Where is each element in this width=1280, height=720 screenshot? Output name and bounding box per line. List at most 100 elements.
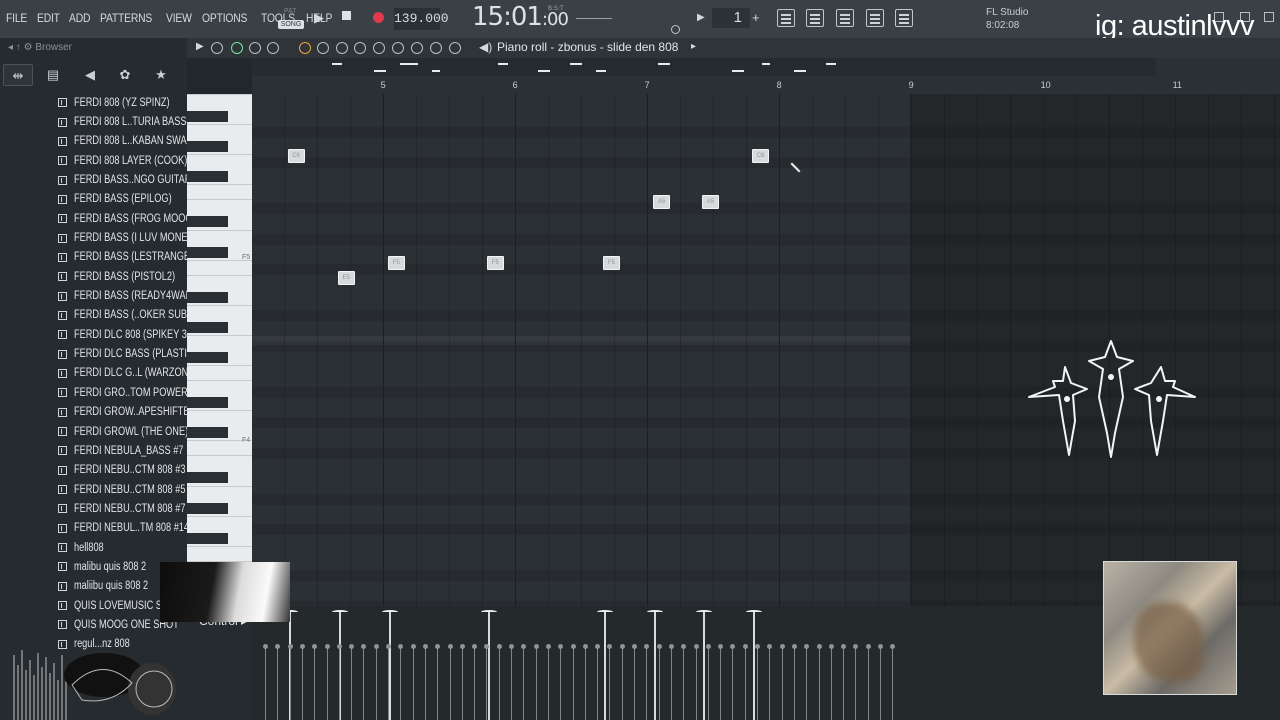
- velocity-handle[interactable]: [480, 610, 497, 614]
- plugin-icon[interactable]: ✿: [110, 64, 140, 86]
- browser-item[interactable]: FERDI DLC 808 (SPIKEY 3): [58, 325, 188, 344]
- add-pattern-icon[interactable]: +: [752, 10, 760, 25]
- velocity-handle[interactable]: [647, 610, 664, 614]
- browser-item[interactable]: FERDI GROWL (THE ONE): [58, 422, 188, 441]
- mute-tool-icon[interactable]: [354, 42, 366, 54]
- piano-keyboard[interactable]: F5 F4: [187, 94, 252, 606]
- velocity-handle[interactable]: [746, 610, 763, 614]
- master-pitch-slider[interactable]: [576, 18, 612, 19]
- black-key[interactable]: [187, 397, 228, 409]
- note[interactable]: F5: [387, 256, 405, 270]
- undo-icon[interactable]: [267, 42, 279, 54]
- piano-roll-icon[interactable]: [806, 9, 824, 27]
- menu-file[interactable]: FILE: [6, 11, 27, 25]
- black-key[interactable]: [187, 111, 228, 123]
- timeline-ruler[interactable]: 5 6 7 8 9 10 11: [252, 58, 1280, 94]
- snap-magnet-icon[interactable]: [231, 42, 243, 54]
- velocity-handle[interactable]: [331, 610, 348, 614]
- snap-icon[interactable]: ⇹: [3, 64, 33, 86]
- record-icon[interactable]: [373, 12, 384, 23]
- delete-tool-icon[interactable]: [336, 42, 348, 54]
- playback-tool-icon[interactable]: [449, 42, 461, 54]
- velocity-bar[interactable]: [388, 612, 391, 720]
- browser-item[interactable]: FERDI NEBULA_BASS #7: [58, 441, 188, 460]
- magnet-icon[interactable]: [211, 42, 223, 54]
- browser-item[interactable]: FERDI NEBU..CTM 808 #5: [58, 480, 188, 499]
- black-key[interactable]: [187, 291, 228, 303]
- title-arrow-icon[interactable]: ▸: [691, 41, 696, 52]
- note[interactable]: A5: [653, 195, 671, 209]
- browser-item[interactable]: FERDI 808 L..TURIA BASS+): [58, 112, 188, 131]
- browser-item[interactable]: FERDI BASS (EPILOG): [58, 190, 188, 209]
- menu-options[interactable]: OPTIONS: [202, 11, 247, 25]
- black-key[interactable]: [187, 321, 228, 333]
- browser-item[interactable]: hell808: [58, 538, 188, 557]
- play-icon[interactable]: ▶: [314, 10, 324, 26]
- black-key[interactable]: [187, 352, 228, 363]
- velocity-bar[interactable]: [654, 612, 657, 720]
- channel-rack-icon[interactable]: [836, 9, 854, 27]
- browser-title[interactable]: ◂ ↑ ⚙ Browser: [8, 42, 72, 53]
- black-key[interactable]: [187, 502, 228, 514]
- browser-toggle-icon[interactable]: [895, 9, 913, 27]
- slice-tool-icon[interactable]: [373, 42, 385, 54]
- browser-item[interactable]: FERDI BASS..NGO GUITAR): [58, 170, 188, 189]
- browser-item[interactable]: FERDI DLC G..L (WARZONE): [58, 364, 188, 383]
- pencil-tool-icon[interactable]: [299, 42, 311, 54]
- browser-item[interactable]: FERDI BASS (FROG MOOG): [58, 209, 188, 228]
- velocity-handle[interactable]: [381, 610, 398, 614]
- browser-item[interactable]: FERDI BASS (READY4WAR): [58, 286, 188, 305]
- black-key[interactable]: [187, 472, 228, 484]
- roll-menu-arrow-icon[interactable]: ▶: [196, 41, 204, 52]
- browser-item[interactable]: FERDI BASS (LESTRANGE2): [58, 248, 188, 267]
- browser-item[interactable]: FERDI DLC BASS (PLASTIC): [58, 344, 188, 363]
- record-mode-icon[interactable]: [249, 42, 261, 54]
- browser-item[interactable]: FERDI NEBUL..TM 808 #14: [58, 519, 188, 538]
- select-tool-icon[interactable]: [392, 42, 404, 54]
- note[interactable]: C6: [287, 149, 305, 163]
- paint-tool-icon[interactable]: [317, 42, 329, 54]
- speaker-toggle-icon[interactable]: ◀): [479, 40, 492, 54]
- pattern-selector[interactable]: 1: [712, 8, 750, 28]
- browser-item[interactable]: FERDI NEBU..CTM 808 #7: [58, 499, 188, 518]
- playlist-icon[interactable]: [777, 9, 795, 27]
- black-key[interactable]: [187, 171, 228, 183]
- tempo-display[interactable]: 139.000: [394, 8, 449, 30]
- browser-item[interactable]: FERDI BASS (..OKER SUB 1): [58, 306, 188, 325]
- browser-item[interactable]: FERDI 808 L..KABAN SWAG): [58, 132, 188, 151]
- black-key[interactable]: [187, 427, 228, 439]
- file-icon[interactable]: ▤: [38, 64, 68, 86]
- note[interactable]: A5: [702, 195, 720, 209]
- zoom-in-icon[interactable]: [430, 42, 442, 54]
- piano-roll-title[interactable]: Piano roll - zbonus - slide den 808: [497, 40, 678, 54]
- pat-song-toggle[interactable]: PAT SONG: [278, 8, 304, 30]
- note[interactable]: C6: [752, 149, 770, 163]
- browser-item[interactable]: FERDI GROW..APESHIFTER): [58, 403, 188, 422]
- menu-edit[interactable]: EDIT: [37, 11, 60, 25]
- note[interactable]: E5: [337, 271, 355, 285]
- stop-icon[interactable]: [342, 11, 351, 20]
- zoom-tool-icon[interactable]: [411, 42, 423, 54]
- master-volume-knob[interactable]: [671, 25, 680, 34]
- velocity-bar[interactable]: [604, 612, 607, 720]
- velocity-handle[interactable]: [696, 610, 713, 614]
- note[interactable]: F5: [603, 256, 621, 270]
- black-key[interactable]: [187, 532, 228, 544]
- browser-item[interactable]: FERDI 808 (YZ SPINZ): [58, 93, 188, 112]
- black-key[interactable]: [187, 246, 228, 258]
- browser-item[interactable]: FERDI BASS (I LUV MONEY): [58, 228, 188, 247]
- velocity-bar[interactable]: [753, 612, 756, 720]
- black-key[interactable]: [187, 216, 228, 228]
- close-icon[interactable]: [1264, 12, 1274, 22]
- menu-add[interactable]: ADD: [69, 11, 90, 25]
- velocity-bar[interactable]: [487, 612, 490, 720]
- menu-patterns[interactable]: PATTERNS: [100, 11, 152, 25]
- browser-item[interactable]: FERDI NEBU..CTM 808 #3: [58, 461, 188, 480]
- mixer-icon[interactable]: [866, 9, 884, 27]
- browser-item[interactable]: FERDI BASS (PISTOL2): [58, 267, 188, 286]
- note[interactable]: F5: [486, 256, 504, 270]
- browser-item[interactable]: FERDI 808 LAYER (COOK): [58, 151, 188, 170]
- velocity-bar[interactable]: [703, 612, 706, 720]
- pattern-arrow-icon[interactable]: ▶: [697, 12, 705, 23]
- browser-item[interactable]: FERDI GRO..TOM POWER): [58, 383, 188, 402]
